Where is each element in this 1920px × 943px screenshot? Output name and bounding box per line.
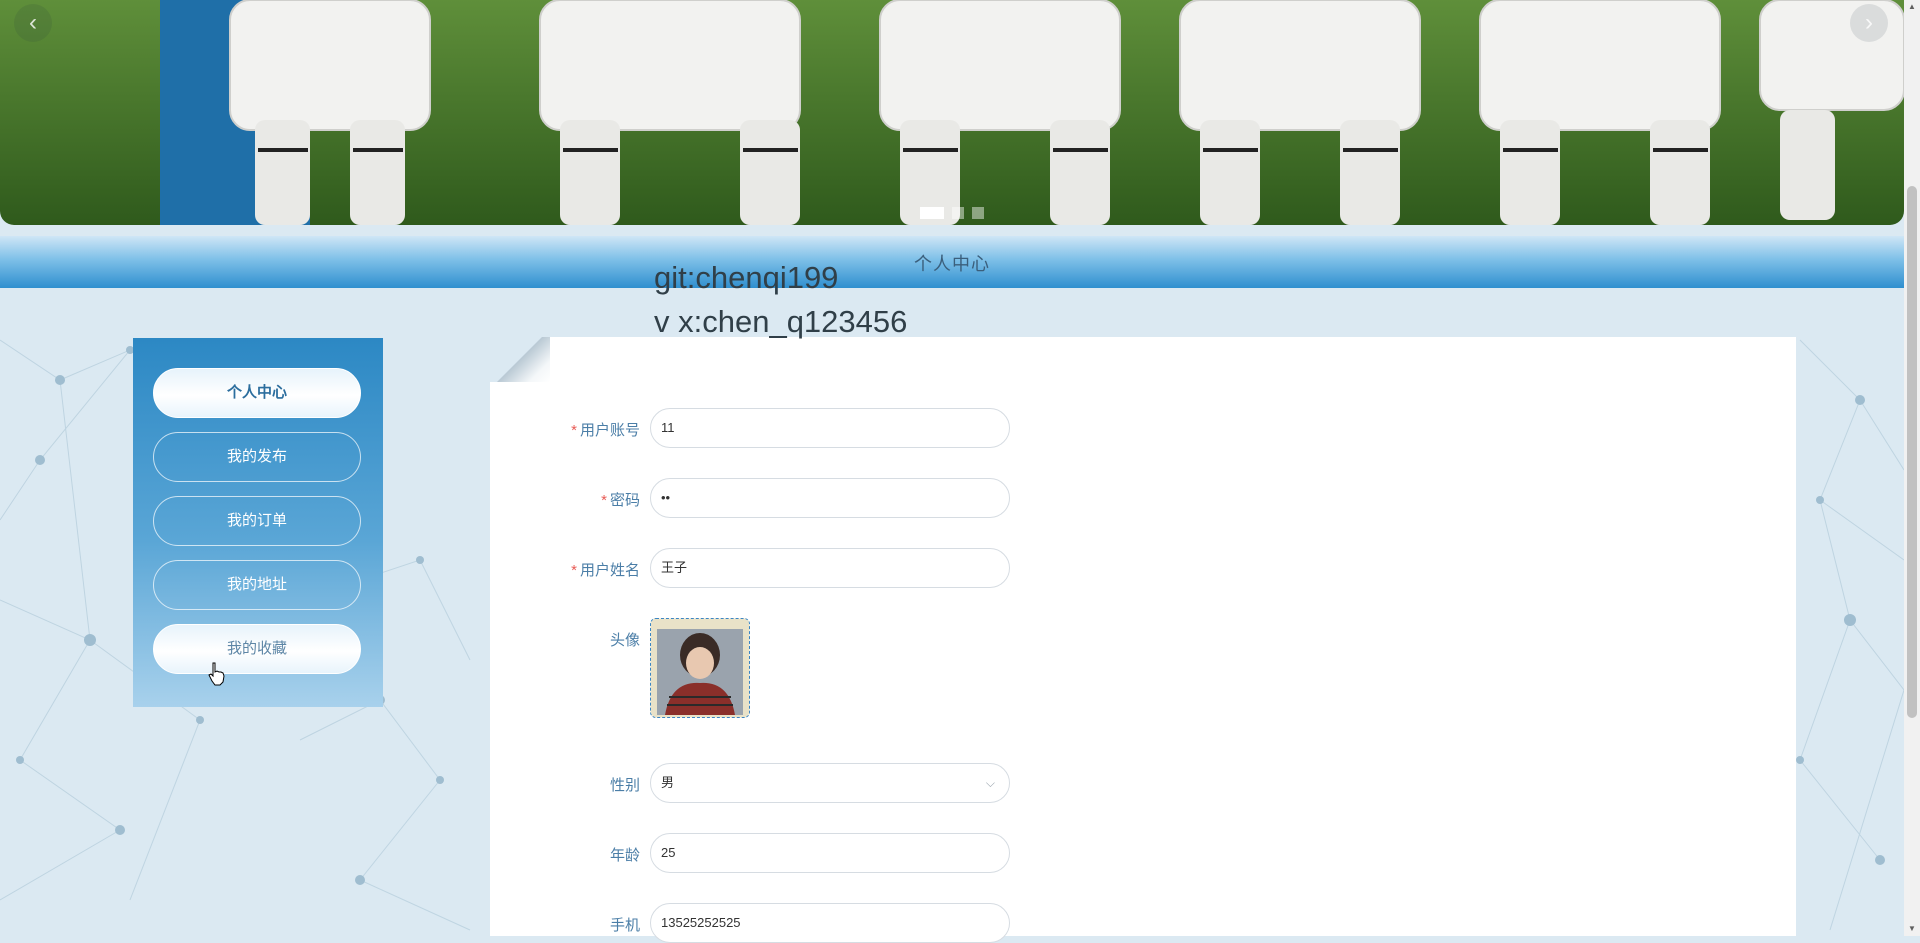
banner-image <box>0 0 1904 225</box>
avatar-upload[interactable] <box>650 618 750 718</box>
phone-input[interactable]: 13525252525 <box>650 903 1010 943</box>
required-mark: * <box>571 562 577 579</box>
sidebar-item-my-favorites[interactable]: 我的收藏 <box>153 624 361 674</box>
scroll-up-arrow-icon[interactable]: ▲ <box>1908 2 1916 11</box>
password-row: * 密码 •• <box>490 478 1090 518</box>
password-input[interactable]: •• <box>650 478 1010 518</box>
gender-label: 性别 <box>609 777 640 794</box>
page-title: 个人中心 <box>914 254 990 274</box>
sidebar-item-my-orders[interactable]: 我的订单 <box>153 496 361 546</box>
sidebar-item-my-posts[interactable]: 我的发布 <box>153 432 361 482</box>
banner-indicators <box>920 207 984 219</box>
scrollbar-thumb[interactable] <box>1907 186 1917 718</box>
required-mark: * <box>571 422 577 439</box>
banner-indicator-1[interactable] <box>920 207 944 219</box>
chevron-down-icon: ⌵ <box>985 776 995 790</box>
watermark-line-2: v x:chen_q123456 <box>654 304 908 339</box>
gender-row: 性别 男 ⌵ <box>490 763 1090 803</box>
panel-corner-decoration <box>490 337 550 382</box>
banner-next-button[interactable]: › <box>1850 4 1888 42</box>
banner-carousel[interactable]: ‹ › <box>0 0 1904 225</box>
banner-indicator-3[interactable] <box>972 207 984 219</box>
password-label-text: 密码 <box>609 492 640 509</box>
avatar-image <box>651 619 749 717</box>
gender-select[interactable]: 男 ⌵ <box>650 763 1010 803</box>
hand-cursor-icon <box>208 662 225 686</box>
account-input[interactable]: 11 <box>650 408 1010 448</box>
account-label: * 用户账号 <box>490 419 640 440</box>
gender-value: 男 <box>661 775 675 790</box>
name-row: * 用户姓名 王子 <box>490 548 1090 588</box>
name-label-text: 用户姓名 <box>579 562 640 579</box>
required-mark: * <box>601 492 607 509</box>
name-input[interactable]: 王子 <box>650 548 1010 588</box>
phone-row: 手机 13525252525 <box>490 903 1090 943</box>
avatar-row: 头像 <box>490 618 1090 718</box>
sidebar-menu: 个人中心 我的发布 我的订单 我的地址 我的收藏 <box>133 338 383 707</box>
scroll-down-arrow-icon[interactable]: ▼ <box>1908 924 1916 933</box>
profile-form-panel: * 用户账号 11 * 密码 •• * 用户姓名 王子 头像 性别 男 ⌵ 年龄… <box>490 337 1796 943</box>
age-row: 年龄 25 <box>490 833 1090 873</box>
password-label: * 密码 <box>490 489 640 510</box>
watermark-text: git:chenqi199 v x:chen_q123456 <box>654 256 907 344</box>
page-scrollbar[interactable]: ▲ ▼ <box>1904 0 1920 936</box>
watermark-line-1: git:chenqi199 <box>654 260 839 295</box>
phone-label: 手机 <box>609 917 640 934</box>
banner-indicator-2[interactable] <box>952 207 964 219</box>
avatar-label: 头像 <box>609 632 640 649</box>
page-title-band: 个人中心 <box>0 236 1904 288</box>
account-label-text: 用户账号 <box>579 422 640 439</box>
sidebar-item-profile[interactable]: 个人中心 <box>153 368 361 418</box>
sidebar-item-my-address[interactable]: 我的地址 <box>153 560 361 610</box>
name-label: * 用户姓名 <box>490 559 640 580</box>
age-input[interactable]: 25 <box>650 833 1010 873</box>
age-label: 年龄 <box>609 847 640 864</box>
banner-prev-button[interactable]: ‹ <box>14 4 52 42</box>
account-row: * 用户账号 11 <box>490 408 1090 448</box>
